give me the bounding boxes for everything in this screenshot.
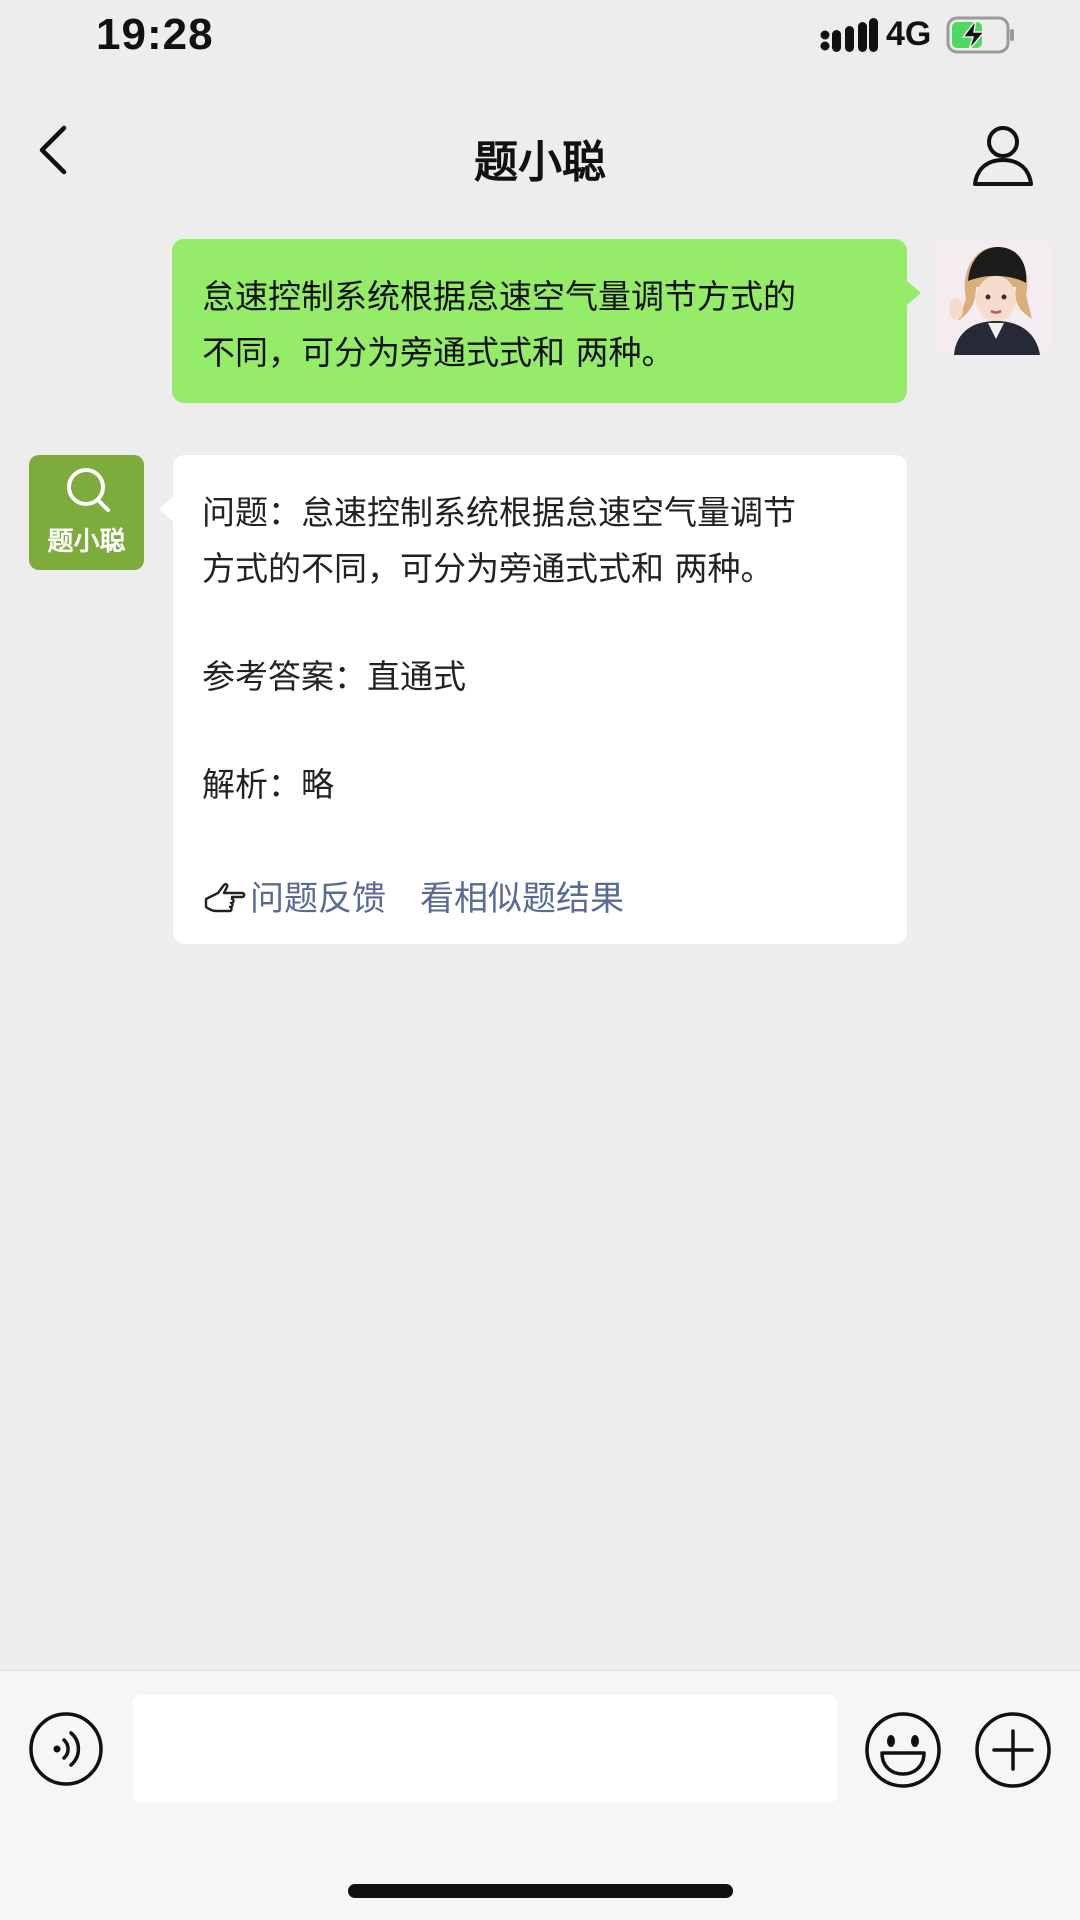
chat-screen: 19:28 4G 题小聪 怠速控制系统根据怠速空气量调节方式的 不同，可分为旁通… [0,0,1080,1920]
more-button[interactable] [974,1711,1052,1789]
similar-questions-link[interactable]: 看相似题结果 [420,871,624,920]
bot-answer: 参考答案：直通式 [202,657,466,696]
user-avatar-illustration [936,239,1052,355]
user-message-line: 不同，可分为旁通式式和 两种。 [202,333,675,372]
pointing-hand-icon [204,882,246,913]
bot-question: 问题：怠速控制系统根据怠速空气量调节 方式的不同，可分为旁通式式和 两种。 [202,485,877,597]
voice-icon [29,1712,103,1786]
bot-actions: 问题反馈 看相似题结果 [202,865,624,925]
bot-question-line: 问题：怠速控制系统根据怠速空气量调节 [202,493,796,532]
bot-analysis: 解析：略 [202,765,334,804]
status-time: 19:28 [96,10,214,59]
bot-message-bubble[interactable]: 问题：怠速控制系统根据怠速空气量调节 方式的不同，可分为旁通式式和 两种。 参考… [159,455,907,944]
battery-charging-icon [946,16,1014,54]
user-message-bubble[interactable]: 怠速控制系统根据怠速空气量调节方式的 不同，可分为旁通式式和 两种。 [172,239,921,403]
user-message-line: 怠速控制系统根据怠速空气量调节方式的 [202,277,796,316]
profile-icon [973,126,1033,186]
network-type: 4G [886,15,932,53]
user-avatar[interactable] [936,239,1052,355]
status-bar: 19:28 4G [0,0,1080,80]
bot-question-line: 方式的不同，可分为旁通式式和 两种。 [202,549,774,588]
signal-icon [820,18,878,52]
plus-icon [975,1712,1051,1788]
home-indicator[interactable] [348,1884,733,1898]
bot-avatar[interactable]: 题小聪 [29,455,144,570]
input-bar [0,1670,1080,1920]
emoji-icon [865,1712,941,1788]
bot-avatar-label: 题小聪 [47,527,126,557]
message-input[interactable] [133,1695,837,1803]
nav-bar: 题小聪 [0,80,1080,210]
voice-button[interactable] [28,1711,104,1787]
page-title: 题小聪 [474,137,606,188]
profile-button[interactable] [970,122,1036,188]
feedback-link[interactable]: 问题反馈 [250,871,386,920]
emoji-button[interactable] [864,1711,942,1789]
search-icon [67,468,110,512]
